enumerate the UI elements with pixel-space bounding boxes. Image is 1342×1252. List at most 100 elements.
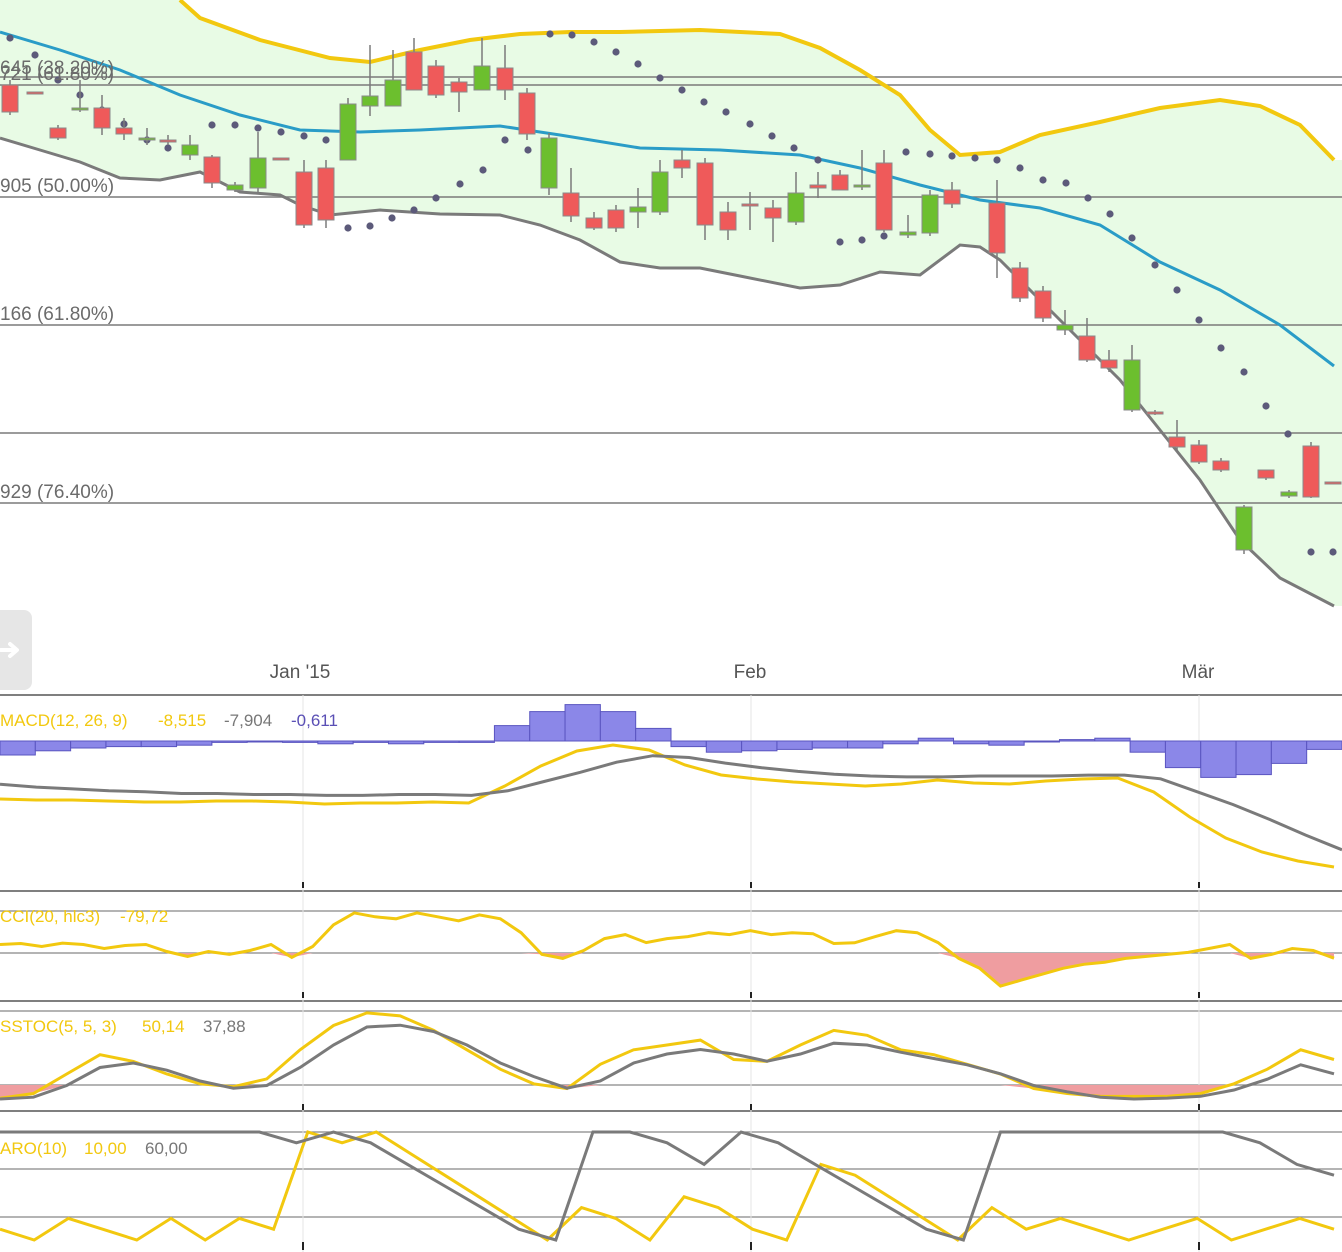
sstoc-panel: SSTOC(5, 5, 3) 50,14 37,88 bbox=[0, 1011, 1335, 1101]
aro-value-1: 10,00 bbox=[84, 1139, 127, 1158]
candle-down bbox=[450, 81, 468, 93]
candle-down bbox=[405, 51, 423, 91]
sar-dot bbox=[410, 206, 418, 214]
sar-dot bbox=[993, 156, 1001, 164]
macd-bar bbox=[0, 740, 36, 756]
sar-dot bbox=[300, 132, 308, 140]
macd-bar bbox=[882, 740, 919, 745]
sar-dot bbox=[656, 74, 664, 82]
sar-dot bbox=[344, 224, 352, 232]
candle-down bbox=[764, 207, 782, 219]
sar-dot bbox=[612, 48, 620, 56]
sar-dot bbox=[1307, 548, 1315, 556]
sar-dot bbox=[858, 236, 866, 244]
macd-bar bbox=[953, 740, 990, 745]
candle-down bbox=[1078, 335, 1096, 361]
candle-down bbox=[1168, 436, 1186, 448]
stock-chart[interactable]: 645 (38.20%) 721 (61.80%) 905 (50.00%) 1… bbox=[0, 0, 1342, 1252]
macd-bar bbox=[776, 740, 813, 750]
candle-down bbox=[1324, 481, 1342, 485]
candle-down bbox=[496, 67, 514, 91]
macd-bar bbox=[1306, 740, 1342, 750]
candle-down bbox=[741, 203, 759, 207]
candle-down bbox=[1212, 460, 1230, 471]
candle-up bbox=[249, 157, 267, 189]
candle-down bbox=[427, 65, 445, 96]
candle-down bbox=[719, 211, 737, 231]
sar-dot bbox=[1262, 402, 1270, 410]
candle-down bbox=[831, 174, 849, 191]
candle-up bbox=[1280, 491, 1298, 497]
sar-dot bbox=[902, 148, 910, 156]
candle-down bbox=[159, 139, 177, 143]
candle-up bbox=[651, 171, 669, 213]
bollinger-band-area bbox=[0, 0, 1342, 606]
macd-bar bbox=[317, 740, 354, 745]
candle-up bbox=[921, 194, 939, 234]
sar-dot bbox=[836, 238, 844, 246]
fib-label-61: 166 (61.80%) bbox=[0, 304, 114, 325]
macd-bar bbox=[705, 740, 743, 753]
macd-bar bbox=[741, 740, 778, 752]
sar-dot bbox=[6, 34, 14, 42]
sar-dot bbox=[1240, 368, 1248, 376]
share-button[interactable] bbox=[0, 610, 32, 690]
sar-dot bbox=[479, 166, 487, 174]
candle-down bbox=[585, 217, 603, 229]
sar-dot bbox=[1284, 430, 1292, 438]
macd-bar bbox=[1023, 740, 1060, 743]
macd-bar bbox=[988, 740, 1025, 746]
macd-bar bbox=[564, 704, 601, 742]
candle-down bbox=[673, 159, 691, 169]
candle-up bbox=[339, 103, 357, 161]
cci-value: -79,72 bbox=[120, 907, 168, 926]
macd-bar bbox=[352, 740, 389, 743]
candle-down bbox=[875, 162, 893, 231]
macd-value-1: -8,515 bbox=[158, 711, 206, 730]
share-arrow-icon bbox=[0, 642, 19, 658]
sar-dot bbox=[1195, 316, 1203, 324]
aroon-down-line bbox=[0, 1130, 1335, 1242]
candle-down bbox=[1100, 359, 1118, 369]
sar-dot bbox=[254, 124, 262, 132]
sar-dot bbox=[277, 128, 285, 136]
sar-dot bbox=[1106, 210, 1114, 218]
candle-up bbox=[629, 206, 647, 213]
aroon-up-line bbox=[0, 1130, 1335, 1242]
sar-dot bbox=[568, 31, 576, 39]
candle-up bbox=[1056, 324, 1074, 331]
aroon-panel: ARO(10) 10,00 60,00 bbox=[0, 1130, 1335, 1242]
sar-dot bbox=[926, 150, 934, 158]
candle-down bbox=[26, 91, 44, 95]
candle-up bbox=[853, 184, 871, 188]
macd-name: MACD(12, 26, 9) bbox=[0, 711, 128, 730]
macd-bar bbox=[670, 740, 707, 748]
sar-dot bbox=[590, 38, 598, 46]
macd-bar bbox=[1058, 739, 1096, 742]
candle-up bbox=[1123, 359, 1141, 411]
macd-bar bbox=[1164, 740, 1202, 769]
macd-bar bbox=[70, 740, 107, 749]
macd-bar bbox=[140, 740, 178, 748]
macd-bar bbox=[176, 740, 213, 746]
candle-down bbox=[518, 92, 536, 135]
macd-bar bbox=[423, 740, 460, 743]
aro-name: ARO(10) bbox=[0, 1139, 67, 1158]
candle-down bbox=[272, 157, 290, 161]
candle-down bbox=[809, 184, 827, 189]
candle-up bbox=[540, 137, 558, 189]
sar-dot bbox=[366, 222, 374, 230]
sar-dot bbox=[746, 120, 754, 128]
sar-dot bbox=[164, 144, 172, 152]
sar-dot bbox=[546, 30, 554, 38]
candle-up bbox=[787, 192, 805, 223]
candle-up bbox=[138, 137, 156, 141]
sar-dot bbox=[768, 132, 776, 140]
x-tick-mar: Mär bbox=[1182, 662, 1215, 683]
sar-dot bbox=[1128, 234, 1136, 242]
macd-bar bbox=[1094, 737, 1131, 742]
sar-dot bbox=[524, 146, 532, 154]
candle-down bbox=[1146, 411, 1164, 415]
candle-up bbox=[899, 231, 917, 236]
panel-separators bbox=[0, 694, 1342, 1252]
